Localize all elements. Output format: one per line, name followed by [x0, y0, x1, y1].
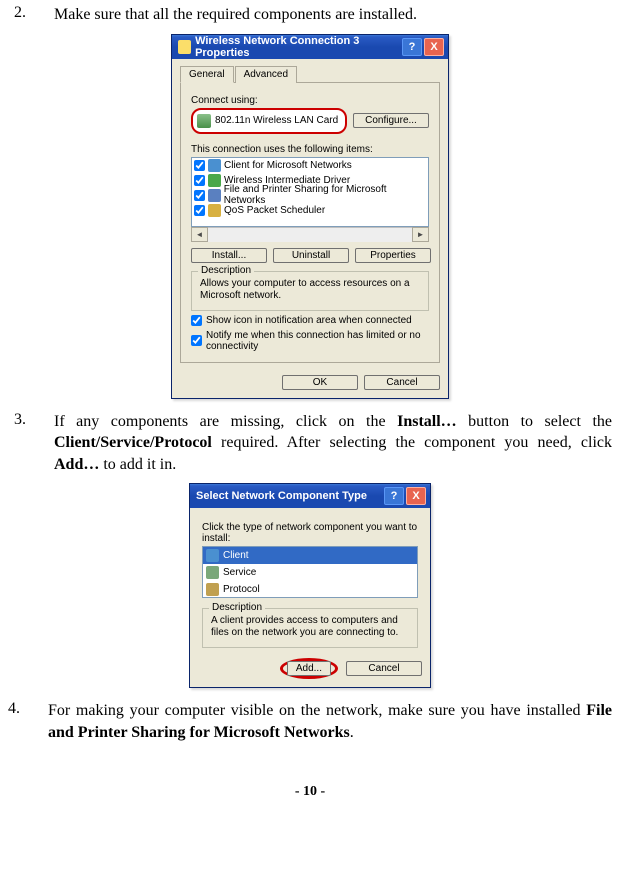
page-number: - 10 - [8, 784, 612, 800]
description-text: A client provides access to computers an… [211, 615, 409, 639]
close-button[interactable]: X [424, 38, 444, 56]
step-4: 4. For making your computer visible on t… [8, 700, 612, 743]
notify-checkbox-row: Notify me when this connection has limit… [191, 330, 429, 352]
description-text: Allows your computer to access resources… [200, 278, 420, 302]
client-icon [206, 549, 219, 562]
scroll-right-icon[interactable]: ► [412, 227, 429, 242]
component-titlebar: Select Network Component Type ? X [190, 484, 430, 508]
service-icon [206, 566, 219, 579]
qos-icon [208, 204, 221, 217]
adapter-field-highlight: 802.11n Wireless LAN Card [191, 108, 347, 134]
add-button-highlight: Add... [280, 658, 338, 679]
tab-general[interactable]: General [180, 66, 234, 83]
list-item: File and Printer Sharing for Microsoft N… [192, 188, 428, 203]
prompt-label: Click the type of network component you … [202, 522, 418, 544]
show-icon-checkbox-row: Show icon in notification area when conn… [191, 315, 429, 326]
window-icon [178, 40, 191, 54]
install-button[interactable]: Install... [191, 248, 267, 263]
list-item: Client for Microsoft Networks [192, 158, 428, 173]
uses-items-label: This connection uses the following items… [191, 144, 429, 155]
list-item: Protocol [203, 581, 417, 598]
close-button[interactable]: X [406, 487, 426, 505]
dialog-footer: Add... Cancel [190, 652, 430, 687]
client-icon [208, 159, 221, 172]
step-2-number: 2. [8, 4, 54, 26]
add-button[interactable]: Add... [287, 661, 331, 676]
dialog-footer: OK Cancel [172, 369, 448, 398]
component-type-dialog: Select Network Component Type ? X Click … [189, 483, 431, 688]
step-2-text: Make sure that all the required componen… [54, 4, 612, 26]
figure-properties-dialog: Wireless Network Connection 3 Properties… [8, 34, 612, 399]
list-item: Service [203, 564, 417, 581]
show-icon-checkbox[interactable] [191, 315, 202, 326]
adapter-icon [197, 114, 211, 128]
description-title: Description [209, 602, 265, 613]
scroll-left-icon[interactable]: ◄ [191, 227, 208, 242]
list-item: Client [203, 547, 417, 564]
horizontal-scrollbar[interactable]: ◄ ► [191, 227, 429, 242]
properties-button[interactable]: Properties [355, 248, 431, 263]
component-title: Select Network Component Type [196, 490, 367, 502]
step-4-number: 4. [8, 700, 48, 743]
protocol-icon [206, 583, 219, 596]
cancel-button[interactable]: Cancel [346, 661, 422, 676]
item-checkbox[interactable] [194, 205, 205, 216]
properties-titlebar: Wireless Network Connection 3 Properties… [172, 35, 448, 59]
step-3-text: If any components are missing, click on … [54, 411, 612, 476]
item-checkbox[interactable] [194, 175, 205, 186]
component-type-list[interactable]: Client Service Protocol [202, 546, 418, 598]
description-group: Description Allows your computer to acce… [191, 271, 429, 311]
properties-dialog: Wireless Network Connection 3 Properties… [171, 34, 449, 399]
ok-button[interactable]: OK [282, 375, 358, 390]
tabs: General Advanced [180, 65, 440, 83]
adapter-name: 802.11n Wireless LAN Card [215, 115, 338, 126]
help-button[interactable]: ? [384, 487, 404, 505]
uninstall-button[interactable]: Uninstall [273, 248, 349, 263]
fileshare-icon [208, 189, 221, 202]
description-title: Description [198, 265, 254, 276]
tab-advanced[interactable]: Advanced [235, 66, 297, 83]
help-button[interactable]: ? [402, 38, 422, 56]
properties-title: Wireless Network Connection 3 Properties [195, 35, 402, 59]
cancel-button[interactable]: Cancel [364, 375, 440, 390]
notify-label: Notify me when this connection has limit… [206, 330, 429, 352]
item-checkbox[interactable] [194, 190, 205, 201]
step-3-number: 3. [8, 411, 54, 476]
tab-panel-general: Connect using: 802.11n Wireless LAN Card… [180, 82, 440, 363]
item-checkbox[interactable] [194, 160, 205, 171]
driver-icon [208, 174, 221, 187]
connection-items-list[interactable]: Client for Microsoft Networks Wireless I… [191, 157, 429, 227]
connect-using-label: Connect using: [191, 95, 429, 106]
notify-checkbox[interactable] [191, 335, 202, 346]
show-icon-label: Show icon in notification area when conn… [206, 315, 412, 326]
step-4-text: For making your computer visible on the … [48, 700, 612, 743]
configure-button[interactable]: Configure... [353, 113, 429, 128]
description-group: Description A client provides access to … [202, 608, 418, 648]
step-2: 2. Make sure that all the required compo… [8, 4, 612, 26]
step-3: 3. If any components are missing, click … [8, 411, 612, 476]
figure-component-type-dialog: Select Network Component Type ? X Click … [8, 483, 612, 688]
